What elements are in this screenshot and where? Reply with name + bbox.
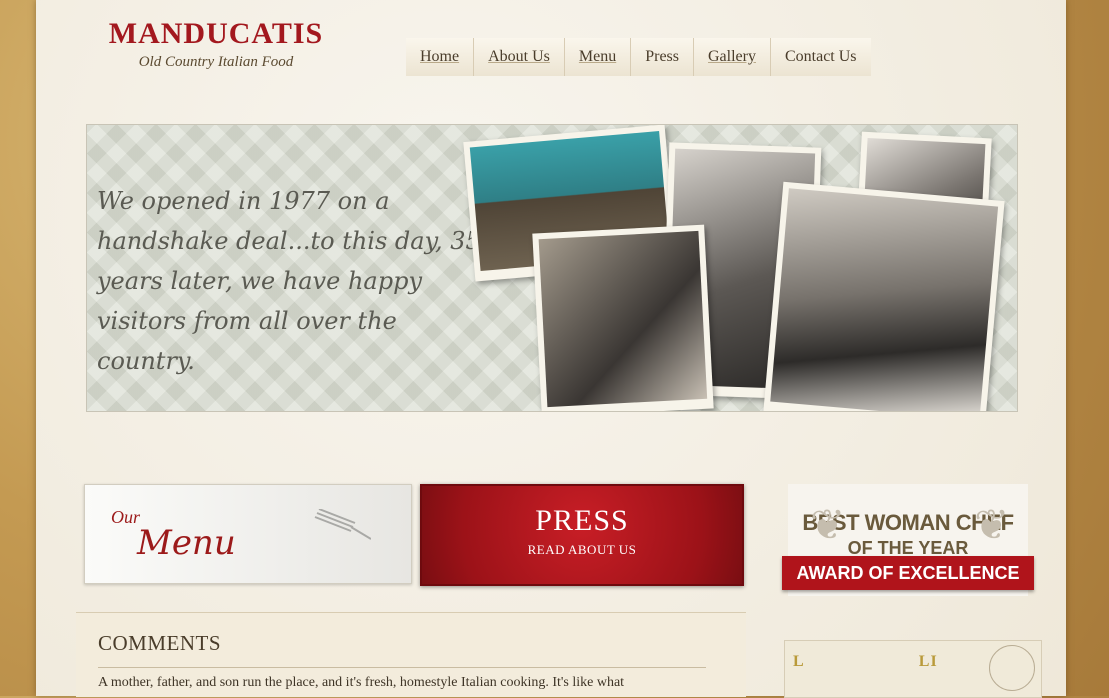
nav-home[interactable]: Home bbox=[406, 38, 474, 76]
nav-menu-label: Menu bbox=[578, 48, 617, 65]
nav-contact-us[interactable]: Contact Us bbox=[769, 38, 871, 76]
nav-gallery[interactable]: Gallery bbox=[693, 38, 770, 76]
press-button[interactable]: PRESS READ ABOUT US bbox=[420, 484, 744, 586]
banner-photo-5 bbox=[763, 181, 1005, 411]
nav-contact-us-label: Contact Us bbox=[784, 48, 857, 65]
nav-about-us-label: About Us bbox=[488, 48, 550, 65]
laurel-left-icon: ❦ bbox=[810, 503, 846, 549]
nav-home-label: Home bbox=[420, 48, 460, 65]
award-badge: ❦ ❦ BEST WOMAN CHEF OF THE YEAR AWARD OF… bbox=[782, 484, 1034, 596]
comments-text: A mother, father, and son run the place,… bbox=[98, 675, 625, 690]
menu-tile-small: Our bbox=[111, 507, 141, 527]
logo-name: MANDUCATIS bbox=[108, 17, 324, 50]
comments-section: COMMENTS A mother, father, and son run t… bbox=[76, 612, 746, 697]
banner-photo-2 bbox=[532, 224, 714, 411]
banner-quote: We opened in 1977 on a handshake deal...… bbox=[97, 187, 481, 375]
nav-about-us[interactable]: About Us bbox=[473, 38, 564, 76]
press-title: PRESS bbox=[535, 504, 629, 537]
nav-press[interactable]: Press bbox=[630, 38, 693, 76]
laurel-right-icon: ❦ bbox=[974, 503, 1010, 549]
nav-gallery-label: Gallery bbox=[708, 48, 756, 65]
side-widget[interactable]: L LI bbox=[784, 640, 1042, 698]
site-logo[interactable]: MANDUCATIS Old Country Italian Food bbox=[88, 16, 344, 82]
press-subtitle: READ ABOUT US bbox=[527, 542, 637, 557]
side-widget-label: L LI bbox=[793, 653, 938, 670]
compass-icon bbox=[989, 645, 1035, 691]
comments-heading: COMMENTS bbox=[98, 631, 222, 655]
menu-tile-title: Menu bbox=[137, 523, 236, 563]
logo-tagline: Old Country Italian Food bbox=[138, 54, 294, 70]
menu-tile[interactable]: Our Menu bbox=[84, 484, 412, 584]
award-ribbon: AWARD OF EXCELLENCE bbox=[782, 556, 1034, 590]
fork-icon bbox=[314, 509, 371, 540]
nav-press-label: Press bbox=[645, 48, 679, 65]
nav-menu[interactable]: Menu bbox=[563, 38, 631, 76]
hero-banner: We opened in 1977 on a handshake deal...… bbox=[86, 124, 1018, 412]
comments-divider bbox=[98, 667, 706, 668]
main-nav: Home About Us Menu Press Gallery Contact… bbox=[406, 38, 871, 82]
